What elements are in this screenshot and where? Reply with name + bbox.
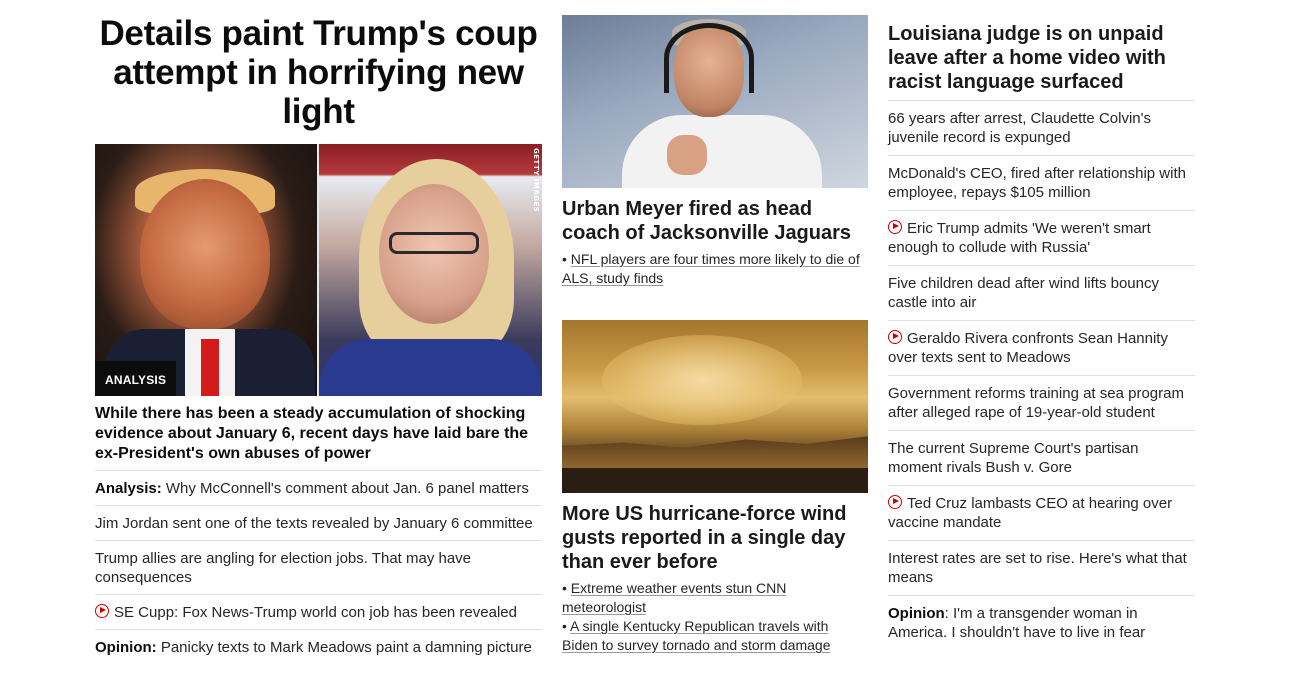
list-item[interactable]: The current Supreme Court's partisan mom… [888,431,1195,486]
analysis-badge: ANALYSIS [95,361,177,396]
item-text: Geraldo Rivera confronts Sean Hannity ov… [888,330,1168,366]
story1-image[interactable] [562,15,868,188]
list-item[interactable]: Ted Cruz lambasts CEO at hearing over va… [888,486,1195,541]
item-text: Jim Jordan sent one of the texts reveale… [95,515,533,532]
item-text: Why McConnell's comment about Jan. 6 pan… [161,480,529,497]
right-column: Louisiana judge is on unpaid leave after… [888,0,1195,650]
list-item[interactable]: McDonald's CEO, fired after relationship… [888,156,1195,211]
related-link-item: • Extreme weather events stun CNN meteor… [562,580,787,615]
story2-related: • Extreme weather events stun CNN meteor… [562,579,868,655]
play-icon [888,330,902,344]
middle-column: Urban Meyer fired as head coach of Jacks… [562,0,868,655]
play-icon [95,604,109,618]
list-item[interactable]: Interest rates are set to rise. Here's w… [888,541,1195,596]
item-text: Five children dead after wind lifts boun… [888,275,1159,311]
list-item[interactable]: Geraldo Rivera confronts Sean Hannity ov… [888,321,1195,376]
list-item[interactable]: Eric Trump admits 'We weren't smart enou… [888,211,1195,266]
left-column: Details paint Trump's coup attempt in ho… [95,0,542,664]
list-item[interactable]: Five children dead after wind lifts boun… [888,266,1195,321]
item-text: SE Cupp: Fox News-Trump world con job ha… [114,604,517,621]
item-text: Eric Trump admits 'We weren't smart enou… [888,220,1151,256]
story1-headline[interactable]: Urban Meyer fired as head coach of Jacks… [562,197,868,245]
item-text: McDonald's CEO, fired after relationship… [888,165,1186,201]
item-text: Government reforms training at sea progr… [888,385,1184,421]
list-item[interactable]: 66 years after arrest, Claudette Colvin'… [888,101,1195,156]
related-link[interactable]: Extreme weather events stun CNN meteorol… [562,580,786,615]
list-item[interactable]: SE Cupp: Fox News-Trump world con job ha… [95,595,542,630]
list-item[interactable]: Opinion: Panicky texts to Mark Meadows p… [95,630,542,664]
item-text: Interest rates are set to rise. Here's w… [888,550,1187,586]
list-item[interactable]: Government reforms training at sea progr… [888,376,1195,431]
image-credit: GETTY IMAGES [532,148,540,213]
lead-image-right-photo [319,144,542,396]
lead-summary[interactable]: While there has been a steady accumulati… [95,404,542,471]
related-link-item: • A single Kentucky Republican travels w… [562,618,831,653]
story2-image[interactable] [562,320,868,493]
item-text: Ted Cruz lambasts CEO at hearing over va… [888,495,1173,531]
list-item[interactable]: Trump allies are angling for election jo… [95,541,542,595]
related-link[interactable]: NFL players are four times more likely t… [562,251,860,286]
item-prefix: Opinion: [95,639,157,656]
right-lead-headline[interactable]: Louisiana judge is on unpaid leave after… [888,22,1195,101]
related-link-item: • NFL players are four times more likely… [562,251,860,286]
related-link[interactable]: A single Kentucky Republican travels wit… [562,618,831,653]
item-text: 66 years after arrest, Claudette Colvin'… [888,110,1151,146]
item-text: Panicky texts to Mark Meadows paint a da… [156,639,532,656]
lead-image[interactable]: GETTY IMAGES ANALYSIS [95,144,542,396]
lead-related-list: Analysis: Why McConnell's comment about … [95,471,542,664]
list-item[interactable]: Opinion: I'm a transgender woman in Amer… [888,596,1195,650]
right-headline-list: 66 years after arrest, Claudette Colvin'… [888,101,1195,650]
play-icon [888,495,902,509]
list-item[interactable]: Jim Jordan sent one of the texts reveale… [95,506,542,541]
item-text: The current Supreme Court's partisan mom… [888,440,1139,476]
story1-related: • NFL players are four times more likely… [562,250,868,288]
item-text: Trump allies are angling for election jo… [95,550,472,586]
play-icon [888,220,902,234]
item-prefix: Analysis: [95,480,162,497]
story2-headline[interactable]: More US hurricane-force wind gusts repor… [562,502,868,574]
lead-image-left-photo [95,144,317,396]
lead-headline[interactable]: Details paint Trump's coup attempt in ho… [95,14,542,131]
item-prefix: Opinion [888,605,945,622]
list-item[interactable]: Analysis: Why McConnell's comment about … [95,471,542,506]
